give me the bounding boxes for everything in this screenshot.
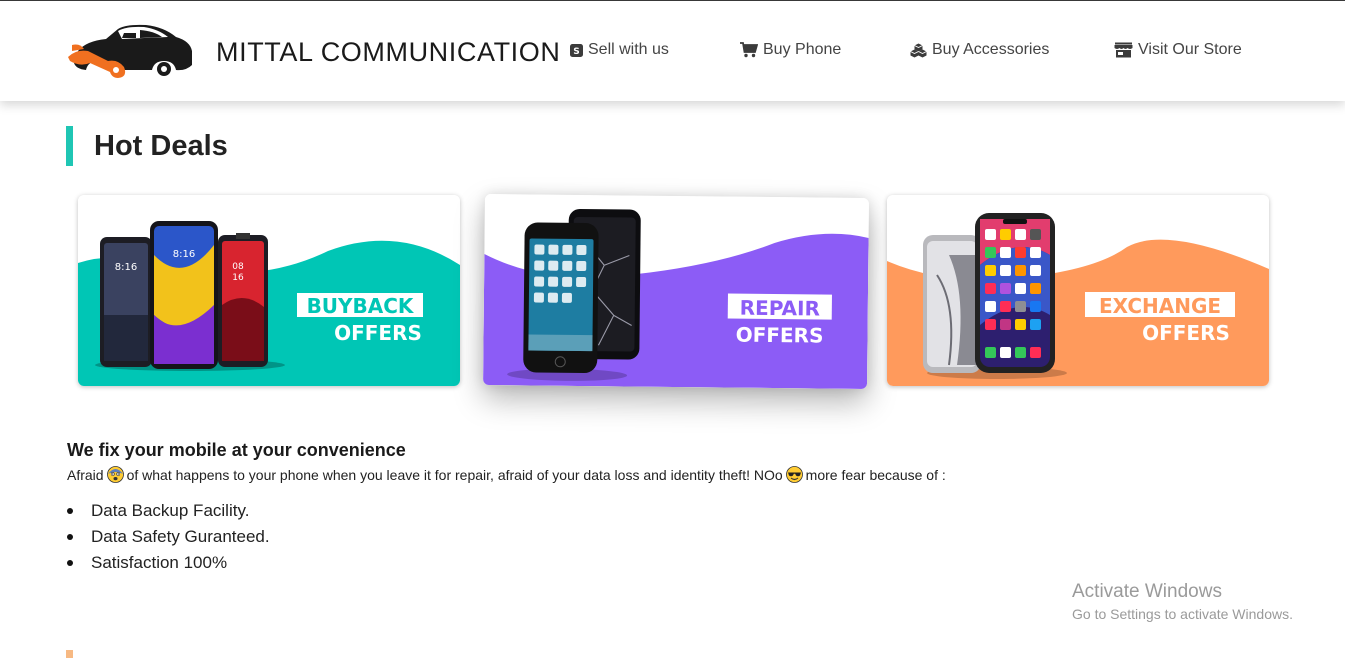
list-item: Data Backup Facility.	[67, 498, 270, 524]
desc-text: Afraid	[67, 466, 104, 483]
navbar: MITTAL COMMUNICATION S Sell with us Buy …	[0, 1, 1345, 101]
section-title: Hot Deals	[94, 130, 228, 162]
cubes-icon	[910, 43, 927, 57]
cart-icon	[740, 42, 758, 58]
list-item: Data Safety Guranteed.	[67, 524, 270, 550]
watermark-subtitle: Go to Settings to activate Windows.	[1072, 606, 1293, 622]
convenience-heading: We fix your mobile at your convenience	[67, 440, 406, 460]
buyback-offer-card[interactable]: 8:16 08 16 8:16 BUYBACK OFFERS	[78, 195, 460, 386]
svg-text:8:16: 8:16	[173, 249, 195, 260]
svg-text:08: 08	[232, 262, 244, 272]
list-item: Satisfaction 100%	[67, 550, 270, 576]
sunglasses-face-emoji-icon	[785, 466, 803, 483]
accent-bar	[66, 126, 73, 166]
windows-activation-watermark: Activate Windows Go to Settings to activ…	[1072, 581, 1293, 622]
watermark-title: Activate Windows	[1072, 581, 1222, 602]
brand-title[interactable]: MITTAL COMMUNICATION	[216, 37, 560, 68]
offer-subtitle: OFFERS	[334, 321, 422, 345]
offer-subtitle: OFFERS	[1142, 321, 1230, 345]
exchange-offer-card[interactable]: EXCHANGE OFFERS	[887, 195, 1269, 386]
nav-label: Visit Our Store	[1138, 41, 1242, 58]
nav-label: Sell with us	[588, 41, 669, 58]
desc-text: more fear because of :	[805, 466, 946, 483]
nav-label: Buy Phone	[763, 41, 842, 58]
desc-text: of what happens to your phone when you l…	[126, 466, 783, 483]
nav-sell-with-us[interactable]: S Sell with us	[570, 41, 669, 59]
svg-text:8:16: 8:16	[115, 262, 137, 273]
svg-text:S: S	[573, 47, 579, 57]
car-logo-icon[interactable]	[66, 21, 194, 79]
offer-title: EXCHANGE	[1099, 294, 1221, 318]
nav-buy-phone[interactable]: Buy Phone	[740, 41, 841, 59]
skype-square-icon: S	[570, 43, 583, 57]
offer-title: BUYBACK	[307, 294, 415, 318]
convenience-description: Afraid of what happens to your phone whe…	[67, 466, 946, 483]
nav-visit-store[interactable]: Visit Our Store	[1114, 41, 1242, 59]
section-accent-mark	[66, 650, 73, 658]
nav-buy-accessories[interactable]: Buy Accessories	[910, 41, 1049, 59]
svg-text:16: 16	[232, 273, 244, 283]
fearful-face-emoji-icon	[106, 466, 124, 483]
offer-subtitle: OFFERS	[736, 323, 824, 348]
features-list: Data Backup Facility. Data Safety Gurant…	[67, 498, 270, 576]
offer-title: REPAIR	[740, 296, 820, 321]
nav-label: Buy Accessories	[932, 41, 1050, 58]
store-icon	[1114, 42, 1133, 58]
repair-offer-card[interactable]: REPAIR OFFERS	[483, 193, 869, 390]
